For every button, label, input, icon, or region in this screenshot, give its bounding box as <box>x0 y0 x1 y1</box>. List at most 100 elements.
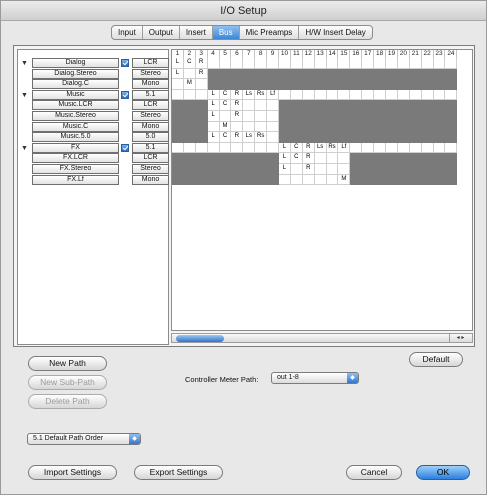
channel-cell[interactable]: L <box>172 58 184 69</box>
channel-cell[interactable] <box>172 79 184 90</box>
disclosure-triangle-icon[interactable]: ▼ <box>21 59 28 68</box>
channel-cell[interactable]: R <box>302 142 315 154</box>
channel-cell[interactable] <box>195 110 208 122</box>
channel-cell[interactable] <box>445 153 458 164</box>
channel-cell[interactable]: Rs <box>326 142 339 154</box>
main-path-row[interactable]: ▼ Dialog LCR <box>18 58 170 69</box>
channel-cell[interactable] <box>397 79 410 90</box>
channel-cell[interactable] <box>397 174 410 186</box>
sub-path-row[interactable]: FX.Lf Mono <box>18 174 170 186</box>
channel-cell[interactable] <box>386 110 398 122</box>
channel-cell[interactable] <box>302 89 315 101</box>
channel-cell[interactable] <box>433 58 446 69</box>
channel-cell[interactable] <box>445 132 458 143</box>
channel-cell[interactable] <box>183 68 196 80</box>
channel-cell[interactable] <box>386 79 398 90</box>
channel-cell[interactable] <box>314 121 327 133</box>
scroll-thumb[interactable] <box>176 335 224 342</box>
channel-cell[interactable]: C <box>183 58 196 69</box>
channel-cell[interactable] <box>409 142 422 154</box>
main-path-row[interactable]: ▼ Music 5.1 <box>18 89 170 101</box>
channel-cell[interactable] <box>207 79 220 90</box>
disclosure-triangle-icon[interactable]: ▼ <box>21 144 28 153</box>
channel-cell[interactable] <box>374 68 387 80</box>
channel-cell[interactable] <box>326 132 339 143</box>
channel-cell[interactable] <box>172 121 184 133</box>
channel-cell[interactable] <box>421 174 434 186</box>
channel-cell[interactable] <box>195 174 208 186</box>
channel-cell[interactable] <box>279 110 291 122</box>
checkbox-icon[interactable] <box>121 90 129 99</box>
channel-cell[interactable] <box>290 110 303 122</box>
channel-cell[interactable] <box>350 121 363 133</box>
tab-bus[interactable]: Bus <box>212 26 240 39</box>
channel-cell[interactable] <box>255 174 268 186</box>
channel-cell[interactable] <box>397 163 410 175</box>
channel-cell[interactable]: L <box>279 163 291 175</box>
channel-cell[interactable] <box>279 174 291 186</box>
import-settings-button[interactable]: Import Settings <box>28 465 117 480</box>
path-name-field[interactable]: Music <box>32 89 119 100</box>
channel-cell[interactable]: C <box>219 132 232 143</box>
channel-cell[interactable] <box>433 110 446 122</box>
channel-cell[interactable] <box>362 174 375 186</box>
channel-cell[interactable] <box>207 68 220 80</box>
channel-cell[interactable] <box>386 58 398 69</box>
channel-cell[interactable] <box>279 68 291 80</box>
channel-cell[interactable] <box>219 58 232 69</box>
channel-cell[interactable] <box>362 163 375 175</box>
channel-cell[interactable] <box>302 100 315 111</box>
channel-cell[interactable] <box>350 163 363 175</box>
channel-cell[interactable] <box>338 79 351 90</box>
channel-cell[interactable] <box>386 142 398 154</box>
channel-cell[interactable]: Rs <box>255 89 268 101</box>
channel-cell[interactable]: C <box>290 142 303 154</box>
channel-cell[interactable] <box>195 89 208 101</box>
channel-cell[interactable] <box>445 121 458 133</box>
channel-cell[interactable] <box>409 121 422 133</box>
channel-cell[interactable] <box>183 132 196 143</box>
channel-cell[interactable]: C <box>290 153 303 164</box>
channel-cell[interactable]: M <box>219 121 232 133</box>
channel-cell[interactable] <box>433 89 446 101</box>
channel-cell[interactable]: Rs <box>255 132 268 143</box>
channel-cell[interactable] <box>255 100 268 111</box>
channel-cell[interactable] <box>219 110 232 122</box>
channel-cell[interactable] <box>326 89 339 101</box>
channel-cell[interactable] <box>445 79 458 90</box>
channel-cell[interactable] <box>421 79 434 90</box>
channel-cell[interactable] <box>326 100 339 111</box>
path-name-field[interactable]: Dialog <box>32 58 119 68</box>
channel-cell[interactable] <box>362 110 375 122</box>
channel-cell[interactable] <box>243 174 256 186</box>
channel-cell[interactable] <box>183 174 196 186</box>
sub-path-row[interactable]: Music.LCR LCR <box>18 100 170 111</box>
channel-cell[interactable] <box>195 163 208 175</box>
channel-cell[interactable] <box>445 142 458 154</box>
channel-cell[interactable] <box>172 174 184 186</box>
channel-cell[interactable] <box>195 153 208 164</box>
channel-cell[interactable] <box>386 121 398 133</box>
horizontal-scrollbar[interactable]: ◂ ▸ <box>171 333 473 343</box>
channel-cell[interactable] <box>362 132 375 143</box>
channel-cell[interactable] <box>397 89 410 101</box>
channel-cell[interactable] <box>302 121 315 133</box>
channel-cell[interactable] <box>290 79 303 90</box>
channel-cell[interactable] <box>243 110 256 122</box>
export-settings-button[interactable]: Export Settings <box>134 465 223 480</box>
tab-mic-preamps[interactable]: Mic Preamps <box>240 26 300 39</box>
main-path-row[interactable]: ▼ FX 5.1 <box>18 142 170 154</box>
channel-cell[interactable] <box>421 153 434 164</box>
channel-cell[interactable] <box>267 58 280 69</box>
channel-cell[interactable] <box>326 174 339 186</box>
channel-cell[interactable] <box>243 163 256 175</box>
tab-h-w-insert-delay[interactable]: H/W Insert Delay <box>299 26 371 39</box>
channel-cell[interactable] <box>421 132 434 143</box>
channel-cell[interactable] <box>338 110 351 122</box>
channel-cell[interactable]: Ls <box>243 89 256 101</box>
channel-cell[interactable]: R <box>231 110 244 122</box>
channel-cell[interactable] <box>326 121 339 133</box>
channel-cell[interactable] <box>279 100 291 111</box>
channel-cell[interactable] <box>314 79 327 90</box>
channel-cell[interactable] <box>172 89 184 101</box>
